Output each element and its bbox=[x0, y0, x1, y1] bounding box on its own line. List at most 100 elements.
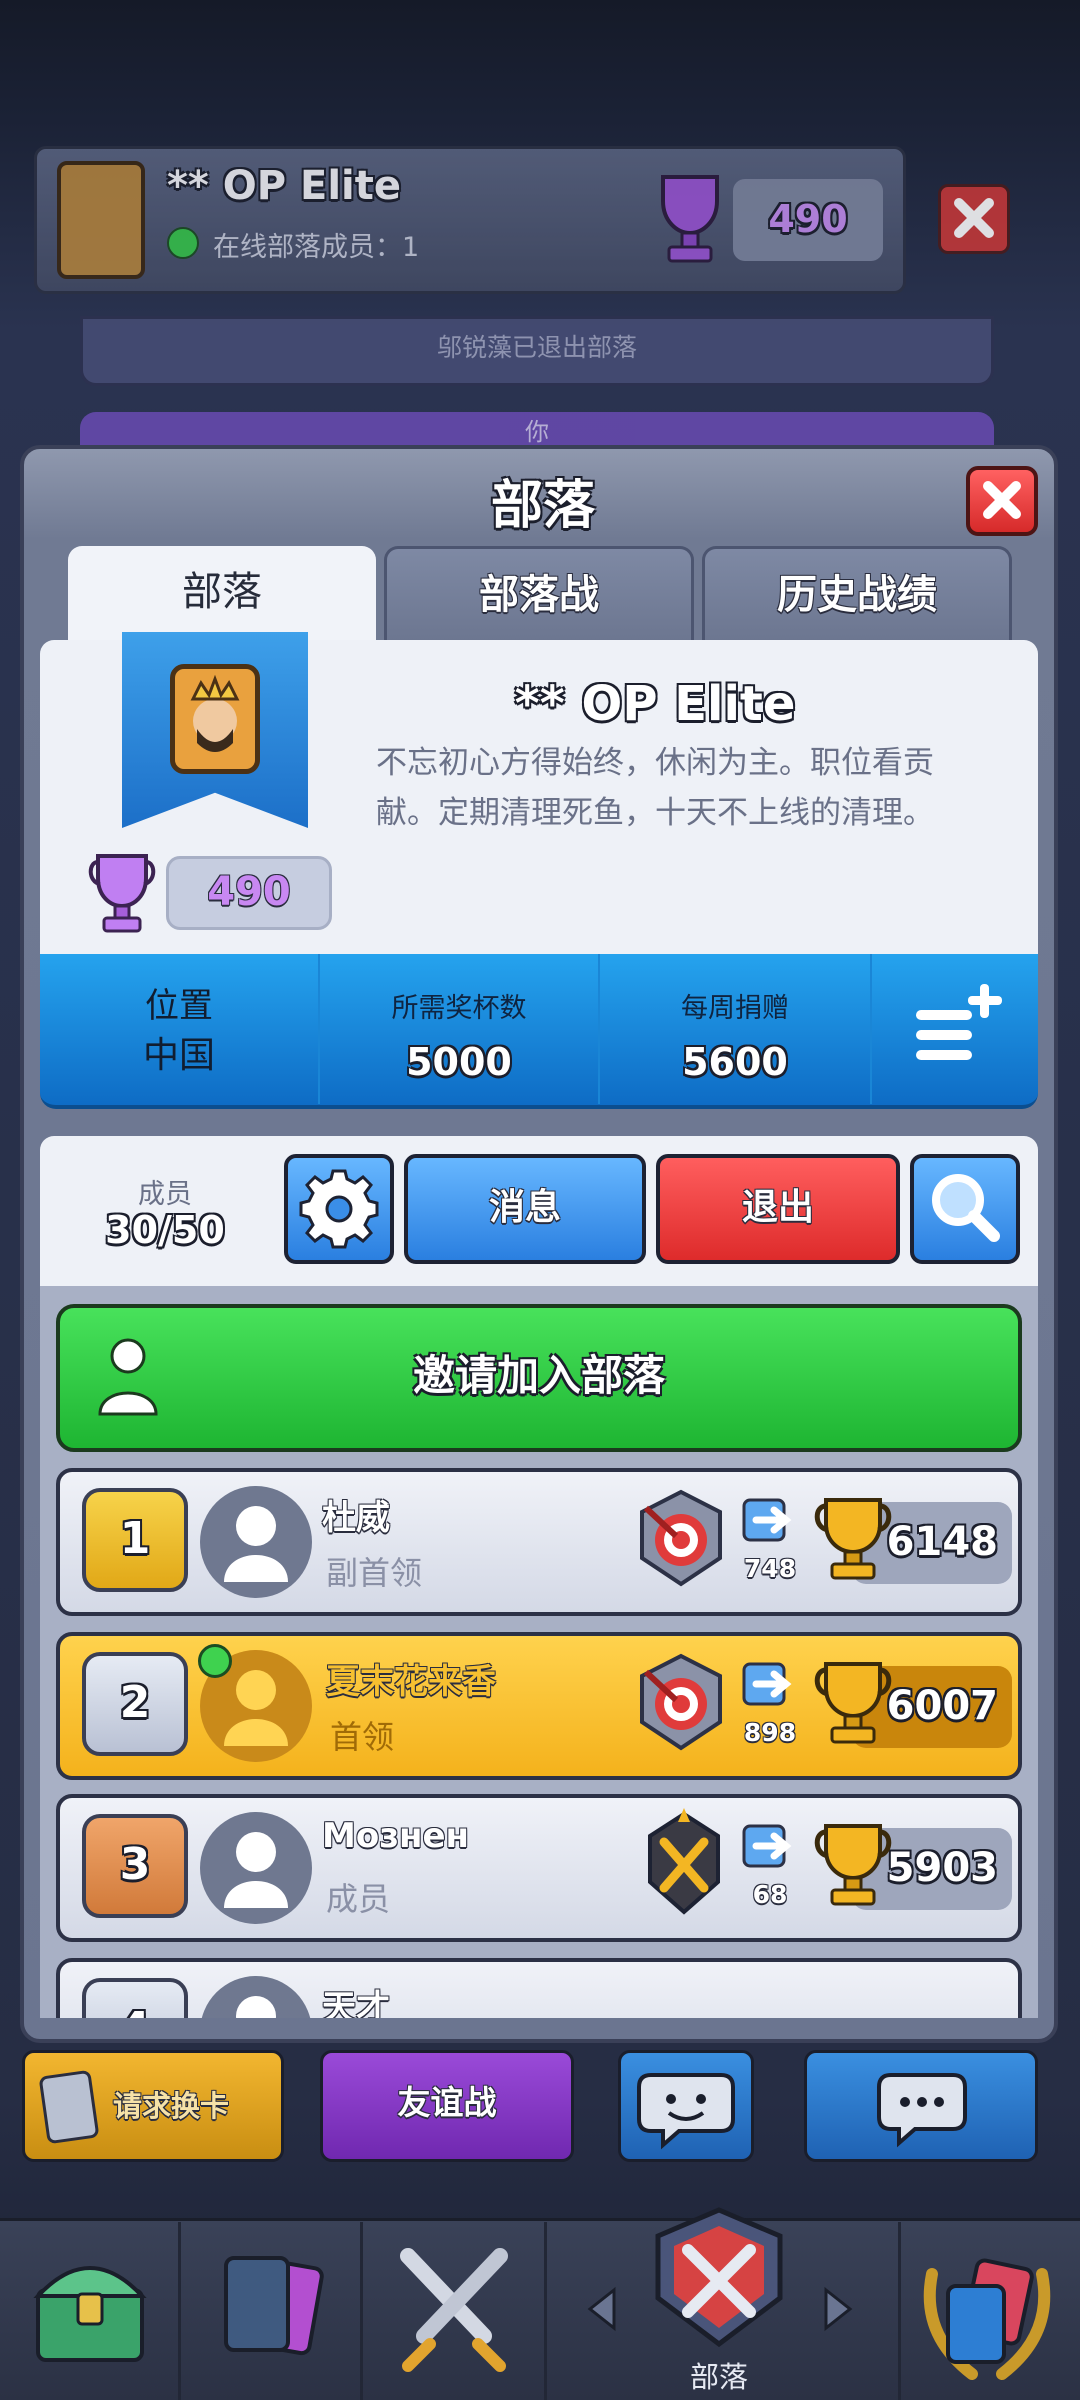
members-count: 30/50 bbox=[105, 1208, 225, 1252]
weekly-donations-label: 每周捐赠 bbox=[681, 993, 789, 1024]
weekly-donations-value: 5600 bbox=[682, 1040, 788, 1084]
member-trophies: 6148 bbox=[886, 1519, 998, 1565]
divider bbox=[898, 2222, 901, 2400]
member-rank: 4 bbox=[120, 2003, 151, 2018]
friendly-battle-button[interactable]: 友谊战 bbox=[320, 2050, 574, 2162]
nav-cards-button[interactable] bbox=[200, 2236, 340, 2386]
member-trophies: 6007 bbox=[886, 1683, 998, 1729]
divider bbox=[178, 2222, 181, 2400]
gear-icon bbox=[299, 1169, 379, 1249]
member-rank: 1 bbox=[119, 1513, 151, 1564]
member-name: Мознен bbox=[322, 1816, 469, 1856]
clan-badge-icon bbox=[57, 161, 145, 279]
clan-name: ** OP Elite bbox=[514, 676, 796, 732]
clan-trophy-count: 490 bbox=[166, 856, 332, 930]
tab-war-history[interactable]: 历史战绩 bbox=[702, 546, 1012, 642]
chat-trophy-count: 490 bbox=[768, 197, 848, 241]
emote-button[interactable] bbox=[618, 2050, 754, 2162]
member-role: 成员 bbox=[326, 1880, 391, 1918]
chevron-left-icon[interactable] bbox=[582, 2284, 622, 2334]
nav-clan-button[interactable]: 部落 bbox=[644, 2204, 794, 2400]
chevron-right-icon[interactable] bbox=[818, 2284, 858, 2334]
member-donations: 898 bbox=[743, 1718, 797, 1747]
cards-icon bbox=[224, 2256, 324, 2356]
donation-arrow-icon bbox=[740, 1658, 800, 1710]
chat-close-button[interactable] bbox=[938, 184, 1010, 254]
member-donations: 748 bbox=[743, 1554, 797, 1583]
nav-battle-button[interactable] bbox=[384, 2236, 524, 2386]
arena-target-icon bbox=[636, 1652, 726, 1752]
member-name: 杜威 bbox=[322, 1498, 390, 1538]
trophy-icon bbox=[649, 171, 731, 267]
search-button[interactable] bbox=[910, 1154, 1020, 1264]
search-icon bbox=[932, 1174, 1000, 1242]
list-add-icon bbox=[916, 984, 1002, 1060]
avatar bbox=[200, 1976, 312, 2018]
chat-system-message: 邬锐藻已退出部落 bbox=[80, 316, 994, 386]
member-name: 夏末花来香 bbox=[326, 1662, 496, 1702]
chat-button[interactable] bbox=[804, 2050, 1038, 2162]
emote-icon bbox=[637, 2073, 735, 2150]
chat-clan-name: ** OP Elite bbox=[167, 163, 402, 209]
trophy-icon bbox=[86, 852, 158, 936]
member-rank-badge: 3 bbox=[82, 1814, 188, 1918]
clan-badge-icon bbox=[170, 664, 260, 774]
invite-to-clan-button[interactable]: 邀请加入部落 bbox=[56, 1304, 1022, 1452]
donation-arrow-icon bbox=[740, 1820, 800, 1872]
member-name: 天才 bbox=[322, 1988, 390, 2018]
member-rank-badge: 2 bbox=[82, 1652, 188, 1756]
clan-shield-icon bbox=[655, 2207, 783, 2348]
modal-title: 部落 bbox=[490, 476, 595, 536]
trophy-icon bbox=[812, 1658, 894, 1750]
member-trophies: 5903 bbox=[886, 1845, 998, 1891]
required-trophies-label: 所需奖杯数 bbox=[391, 993, 527, 1024]
trophy-icon bbox=[812, 1494, 894, 1586]
clan-description: 不忘初心方得始终，休闲为主。职位看贡献。定期清理死鱼，十天不上线的清理。 bbox=[376, 745, 934, 831]
member-role: 首领 bbox=[330, 1718, 395, 1756]
divider bbox=[360, 2222, 363, 2400]
tab-clan-war[interactable]: 部落战 bbox=[384, 546, 694, 642]
member-rank-badge: 1 bbox=[82, 1488, 188, 1592]
leave-clan-button[interactable]: 退出 bbox=[656, 1154, 900, 1264]
avatar bbox=[200, 1812, 312, 1924]
online-dot-icon bbox=[198, 1644, 232, 1678]
chat-clan-header[interactable]: ** OP Elite 在线部落成员：1 490 bbox=[34, 146, 906, 294]
online-dot-icon bbox=[167, 227, 199, 259]
nav-clan-label: 部落 bbox=[689, 2360, 748, 2394]
online-members-label: 在线部落成员：1 bbox=[213, 232, 420, 263]
laurel-cards-icon bbox=[923, 2258, 1051, 2380]
divider bbox=[544, 2222, 547, 2400]
arena-swords-icon bbox=[644, 1808, 724, 1918]
modal-close-button[interactable] bbox=[966, 466, 1038, 536]
chat-trophy-box: 490 bbox=[733, 179, 883, 261]
member-row[interactable]: 3 Мознен 成员 68 5903 bbox=[56, 1794, 1022, 1942]
chest-icon bbox=[33, 2266, 147, 2362]
member-row-clip: 4 天才 bbox=[56, 1958, 1022, 2018]
request-cards-button[interactable]: 请求换卡 bbox=[22, 2050, 284, 2162]
nav-events-button[interactable] bbox=[912, 2234, 1062, 2388]
close-icon bbox=[983, 481, 1021, 519]
chat-bubble-icon bbox=[877, 2073, 967, 2148]
invite-label: 邀请加入部落 bbox=[412, 1351, 665, 1400]
close-icon bbox=[954, 198, 994, 238]
nav-shop-button[interactable] bbox=[20, 2236, 160, 2386]
avatar bbox=[200, 1486, 312, 1598]
members-label: 成员 bbox=[138, 1179, 192, 1210]
request-cards-label: 请求换卡 bbox=[113, 2089, 230, 2123]
member-rank: 2 bbox=[119, 1677, 151, 1728]
member-rank: 3 bbox=[119, 1839, 151, 1890]
trophy-icon bbox=[812, 1820, 894, 1912]
member-row[interactable]: 4 天才 bbox=[56, 1958, 1022, 2018]
member-role: 副首领 bbox=[326, 1554, 423, 1592]
message-button[interactable]: 消息 bbox=[404, 1154, 646, 1264]
member-donations: 68 bbox=[752, 1880, 788, 1909]
divider bbox=[870, 954, 872, 1104]
settings-button[interactable] bbox=[284, 1154, 394, 1264]
member-row[interactable]: 1 杜威 副首领 748 6148 bbox=[56, 1468, 1022, 1616]
location-label: 位置 bbox=[145, 986, 213, 1026]
clan-options-button[interactable] bbox=[904, 984, 1014, 1074]
arena-target-icon bbox=[636, 1488, 726, 1588]
tab-clan[interactable]: 部落 bbox=[68, 546, 376, 642]
required-trophies-value: 5000 bbox=[406, 1040, 512, 1084]
member-row[interactable]: 2 夏末花来香 首领 898 6007 bbox=[56, 1632, 1022, 1780]
